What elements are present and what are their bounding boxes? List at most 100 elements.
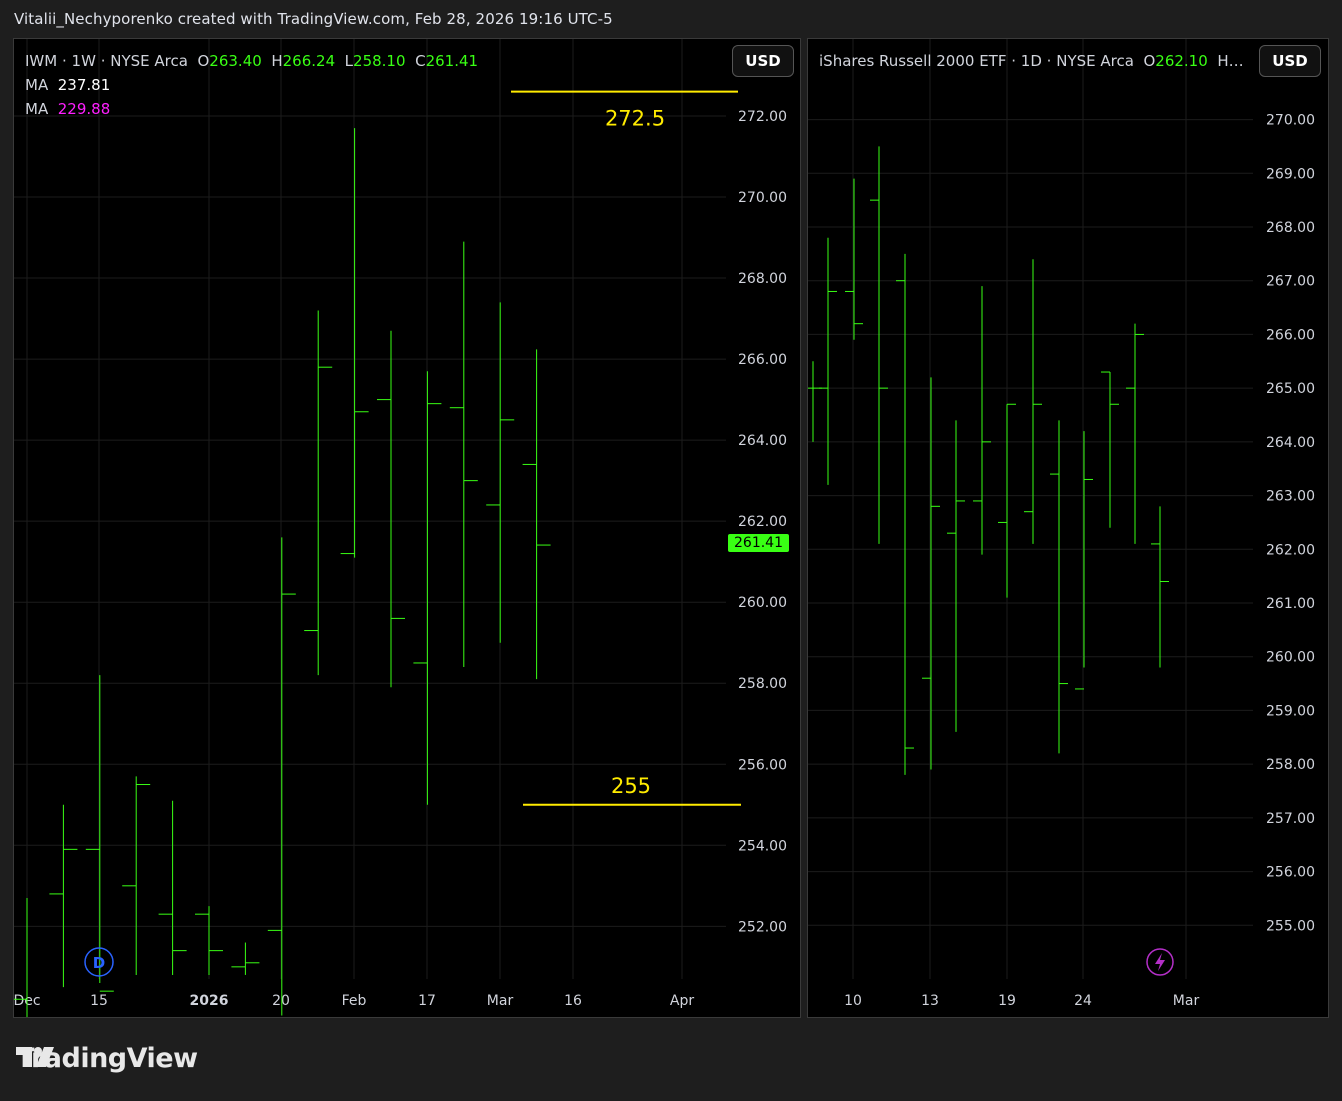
y-axis-tick-label: 260.00 <box>1266 650 1315 666</box>
ma-value: 229.88 <box>57 100 111 118</box>
legend-close-value: 261.41 <box>425 52 479 70</box>
y-axis-tick-label: 266.00 <box>1266 327 1315 343</box>
y-axis-tick-label: 268.00 <box>738 271 787 287</box>
tradingview-logo[interactable]: TradingView <box>16 1043 198 1074</box>
ohlc-bar <box>486 302 515 643</box>
y-axis-tick-label: 260.00 <box>738 595 787 611</box>
weekly-chart-canvas[interactable]: 252.00 254.00 256.00 258.00 260.00 262.00 264.… <box>14 39 801 1018</box>
legend-interval[interactable]: 1D <box>1021 52 1042 70</box>
ohlc-bar <box>1126 323 1144 544</box>
x-axis-tick-label: 15 <box>90 993 108 1009</box>
x-axis-tick-label: Feb <box>342 993 367 1009</box>
ohlc-bar <box>870 146 888 544</box>
legend-symbol[interactable]: iShares Russell 2000 ETF <box>819 52 1006 70</box>
y-axis-tick-label: 272.00 <box>738 109 787 125</box>
daily-legend: iShares Russell 2000 ETF · 1D · NYSE Arc… <box>819 49 1244 73</box>
y-axis-tick-label: 259.00 <box>1266 703 1315 719</box>
legend-high-value: 266.24 <box>282 52 336 70</box>
ma-indicator-row-1[interactable]: MA 237.81 <box>25 73 478 97</box>
weekly-legend: IWM · 1W · NYSE Arca O263.40 H266.24 L25… <box>25 49 478 121</box>
legend-low-value: 258.10 <box>353 52 406 70</box>
ohlc-bar <box>377 330 405 688</box>
currency-button[interactable]: USD <box>1259 45 1321 77</box>
y-axis-tick-label: 267.00 <box>1266 274 1315 290</box>
ma-label: MA <box>25 100 49 118</box>
y-axis-tick-label: 264.00 <box>738 433 787 449</box>
x-axis-tick-label: Apr <box>670 993 694 1009</box>
y-axis-tick-label: 255.00 <box>1266 918 1315 934</box>
y-axis-tick-label: 262.00 <box>738 514 787 530</box>
y-axis-tick-label: 257.00 <box>1266 811 1315 827</box>
ohlc-bar <box>267 537 296 1016</box>
ohlc-bar <box>231 942 260 975</box>
ma-value: 237.81 <box>57 76 111 94</box>
ohlc-bar <box>340 128 369 558</box>
y-axis-tick-label: 264.00 <box>1266 435 1315 451</box>
x-axis-tick-label: 20 <box>272 993 290 1009</box>
ohlc-bar <box>122 776 151 975</box>
y-axis-tick-label: 258.00 <box>1266 757 1315 773</box>
weekly-chart-pane[interactable]: 252.00 254.00 256.00 258.00 260.00 262.00 264.… <box>13 38 801 1018</box>
currency-button[interactable]: USD <box>732 45 794 77</box>
legend-high-label: H <box>271 52 283 70</box>
y-axis-tick-label: 270.00 <box>1266 113 1315 129</box>
chart-attribution: Vitalii_Nechyporenko created with Tradin… <box>14 10 613 28</box>
ohlc-bar <box>413 371 442 805</box>
ohlc-bar <box>1024 259 1042 544</box>
y-axis-tick-label: 256.00 <box>738 757 787 773</box>
y-axis-tick-label: 252.00 <box>738 919 787 935</box>
annotation-label: 255 <box>611 774 651 798</box>
ohlc-bar <box>808 361 822 442</box>
last-price-tag: 261.41 <box>728 534 789 553</box>
legend-exchange: NYSE Arca <box>110 52 188 70</box>
y-axis-tick-label: 254.00 <box>738 838 787 854</box>
x-axis-tick-label: Mar <box>487 993 514 1009</box>
daily-legend-ohlc-row: iShares Russell 2000 ETF · 1D · NYSE Arc… <box>819 52 1244 70</box>
y-axis-tick-label: 266.00 <box>738 352 787 368</box>
ohlc-bar <box>85 675 114 992</box>
ohlc-bar <box>195 906 223 975</box>
tradingview-logo-icon <box>16 1047 54 1067</box>
ohlc-bar <box>947 420 965 732</box>
legend-truncated: H… <box>1217 52 1244 70</box>
legend-interval[interactable]: 1W <box>72 52 96 70</box>
legend-open-value: 262.10 <box>1155 52 1208 70</box>
x-axis-tick-label: 13 <box>921 993 939 1009</box>
lightning-bolt-icon <box>1155 953 1165 971</box>
ohlc-bar <box>845 178 863 340</box>
x-axis-tick-label: 2026 <box>190 993 229 1009</box>
ohlc-bar <box>1101 371 1119 528</box>
ohlc-bar <box>896 253 914 775</box>
x-axis-tick-label: 10 <box>844 993 862 1009</box>
ohlc-bar <box>1050 420 1068 754</box>
ohlc-bar <box>1151 506 1169 668</box>
legend-symbol[interactable]: IWM <box>25 52 57 70</box>
y-axis-tick-label: 268.00 <box>1266 220 1315 236</box>
dividend-event-label: D <box>93 954 105 972</box>
y-axis-tick-label: 269.00 <box>1266 166 1315 182</box>
y-axis-tick-label: 265.00 <box>1266 381 1315 397</box>
y-axis-tick-label: 256.00 <box>1266 865 1315 881</box>
y-axis-tick-label: 258.00 <box>738 676 787 692</box>
legend-open-label: O <box>1143 52 1156 70</box>
x-axis-tick-label: 17 <box>418 993 436 1009</box>
ohlc-bar <box>1075 431 1093 690</box>
legend-open-label: O <box>197 52 210 70</box>
ohlc-bar <box>973 286 991 555</box>
legend-low-label: L <box>344 52 354 70</box>
ohlc-bar <box>449 241 478 668</box>
y-axis-tick-label: 262.00 <box>1266 542 1315 558</box>
legend-close-label: C <box>415 52 426 70</box>
ohlc-bar <box>49 804 78 988</box>
annotation-label: 272.5 <box>605 107 665 131</box>
ohlc-bar <box>819 237 837 485</box>
legend-open-value: 263.40 <box>209 52 262 70</box>
daily-chart-pane[interactable]: 255.00 256.00 257.00 258.00 259.00 260.00 261.… <box>807 38 1329 1018</box>
weekly-legend-ohlc-row: IWM · 1W · NYSE Arca O263.40 H266.24 L25… <box>25 52 479 70</box>
ma-indicator-row-2[interactable]: MA 229.88 <box>25 97 478 121</box>
daily-chart-canvas[interactable]: 255.00 256.00 257.00 258.00 259.00 260.00 261.… <box>808 39 1329 1018</box>
ohlc-bar <box>304 310 333 676</box>
x-axis-tick-label: Mar <box>1173 993 1200 1009</box>
x-axis-tick-label: 19 <box>998 993 1016 1009</box>
y-axis-tick-label: 263.00 <box>1266 489 1315 505</box>
